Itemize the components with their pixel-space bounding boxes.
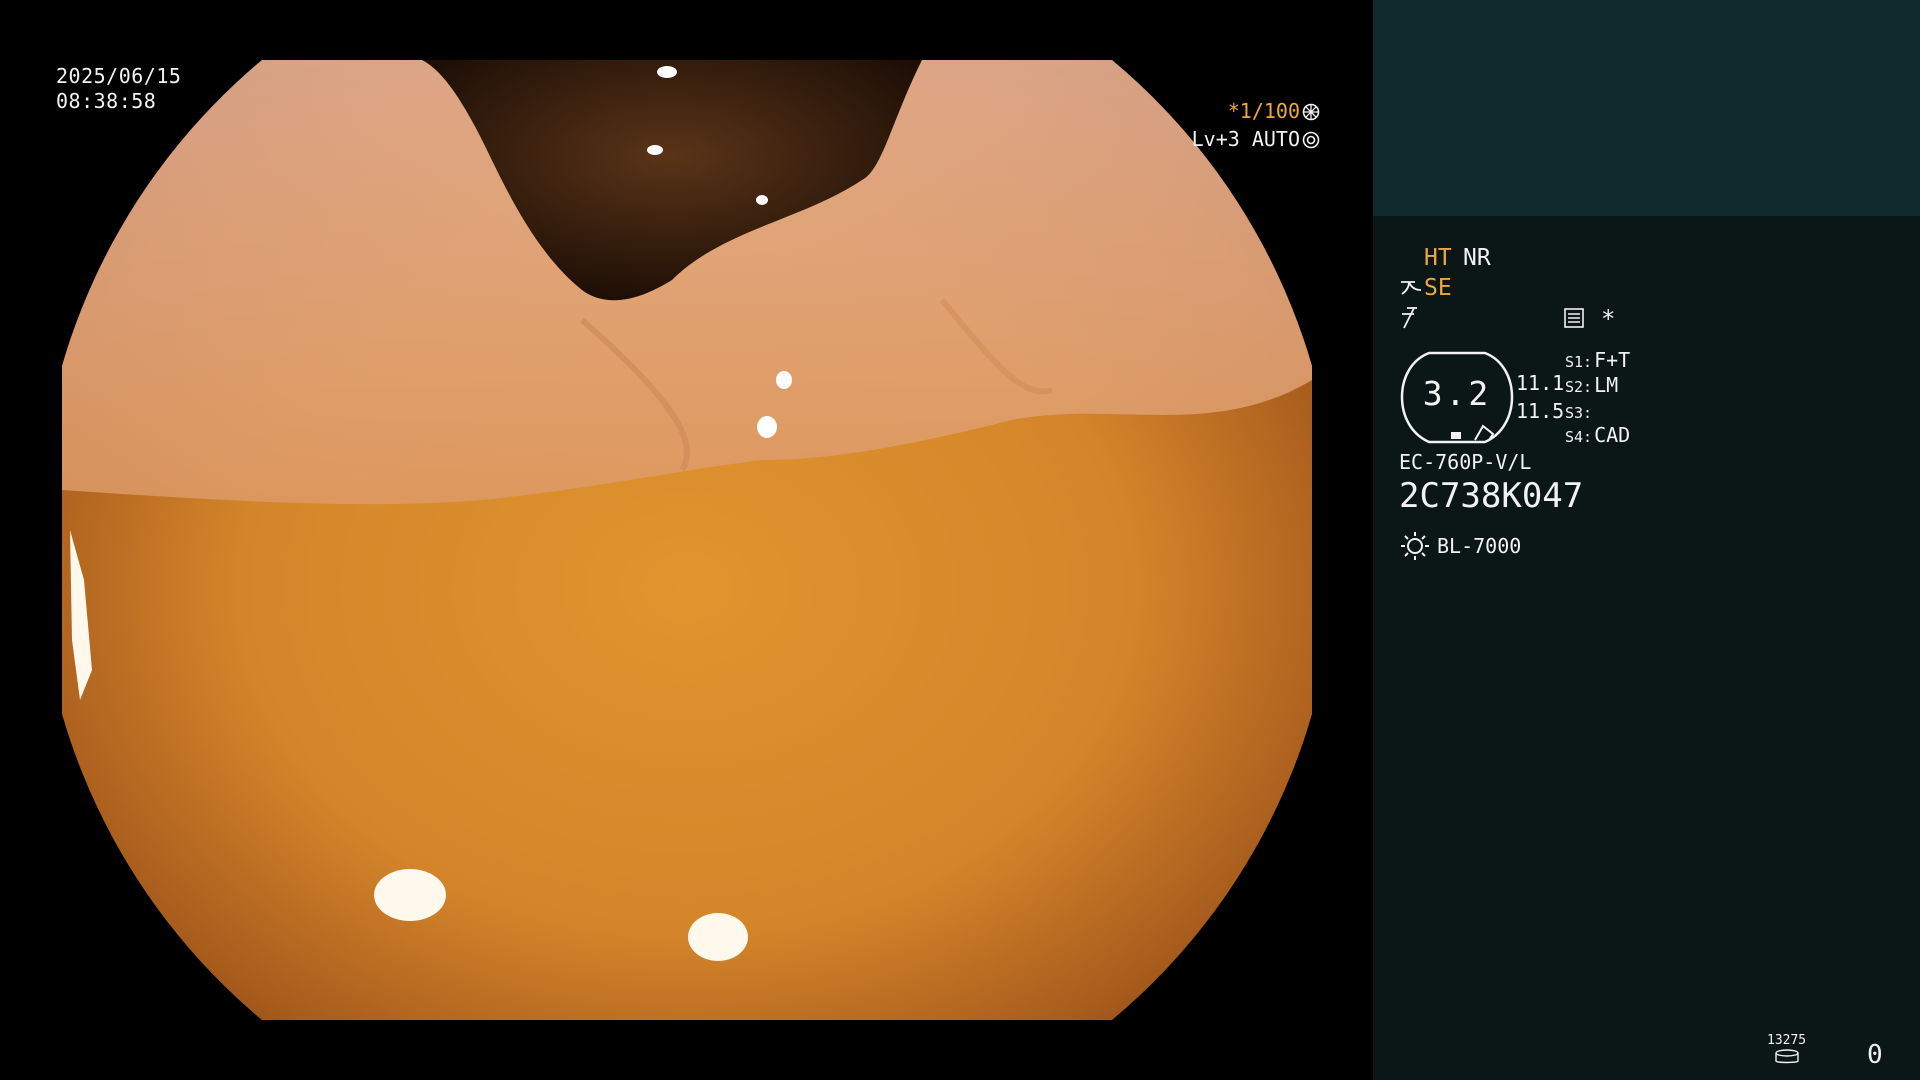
switch-s1: S1: F+T xyxy=(1565,348,1630,372)
level-label: Lv+3 xyxy=(1191,127,1240,151)
thumbnail-area xyxy=(1373,0,1920,216)
video-area: 2025/06/15 08:38:58 *1/100 Lv+3 AUTO xyxy=(0,0,1373,1080)
image-counter-label: 13275 xyxy=(1767,1033,1807,1048)
aperture-icon xyxy=(1302,102,1320,126)
time-label: 08:38:58 xyxy=(56,89,157,113)
switch-s4: S4: CAD xyxy=(1565,423,1630,447)
ht-mode-label: HT xyxy=(1424,245,1452,271)
disk-stack-icon xyxy=(1775,1049,1799,1064)
shutter-readout: *1/100 xyxy=(1150,99,1320,126)
endoscopic-image xyxy=(62,60,1312,1020)
date-label: 2025/06/15 xyxy=(56,64,182,88)
switch-key: S2: xyxy=(1565,378,1593,396)
fibre-icon xyxy=(1399,276,1423,305)
star-marker: * xyxy=(1601,305,1616,333)
iris-readout: Lv+3 AUTO xyxy=(1188,127,1320,154)
switch-key: S3: xyxy=(1565,404,1593,422)
light-source: BL-7000 xyxy=(1437,534,1522,558)
switch-value: F+T xyxy=(1594,348,1631,372)
sun-icon xyxy=(1401,532,1429,560)
switch-key: S4: xyxy=(1565,428,1593,446)
date-time: 2025/06/15 08:38:58 xyxy=(56,64,181,114)
switch-value: LM xyxy=(1594,373,1619,397)
switch-value: CAD xyxy=(1594,423,1631,447)
freeze-icon xyxy=(1399,306,1421,337)
endoscope-monitor: 2025/06/15 08:38:58 *1/100 Lv+3 AUTO HT … xyxy=(0,0,1920,1080)
gauge-reading-lower: 11.5 xyxy=(1516,399,1565,423)
scope-model: EC-760P-V/L xyxy=(1399,450,1532,474)
switch-s3: S3: xyxy=(1565,399,1594,423)
info-panel: HT NR SE * 3.2 11.1 11.5 S1: F+T S2: LM S3… xyxy=(1373,0,1920,1080)
switch-s2: S2: LM xyxy=(1565,373,1618,397)
document-icon xyxy=(1563,307,1585,336)
switch-key: S1: xyxy=(1565,353,1593,371)
se-mode-label: SE xyxy=(1424,275,1452,301)
image-counter-value: 0 xyxy=(1867,1040,1883,1070)
gauge-reading-upper: 11.1 xyxy=(1516,371,1565,395)
shutter-label: *1/100 xyxy=(1227,99,1300,123)
scope-serial: 2C738K047 xyxy=(1399,476,1584,516)
gauge-value: 3.2 xyxy=(1422,374,1492,413)
nr-mode-label: NR xyxy=(1463,245,1491,271)
iris-mode-label: AUTO xyxy=(1251,127,1300,151)
iris-icon xyxy=(1302,130,1320,154)
